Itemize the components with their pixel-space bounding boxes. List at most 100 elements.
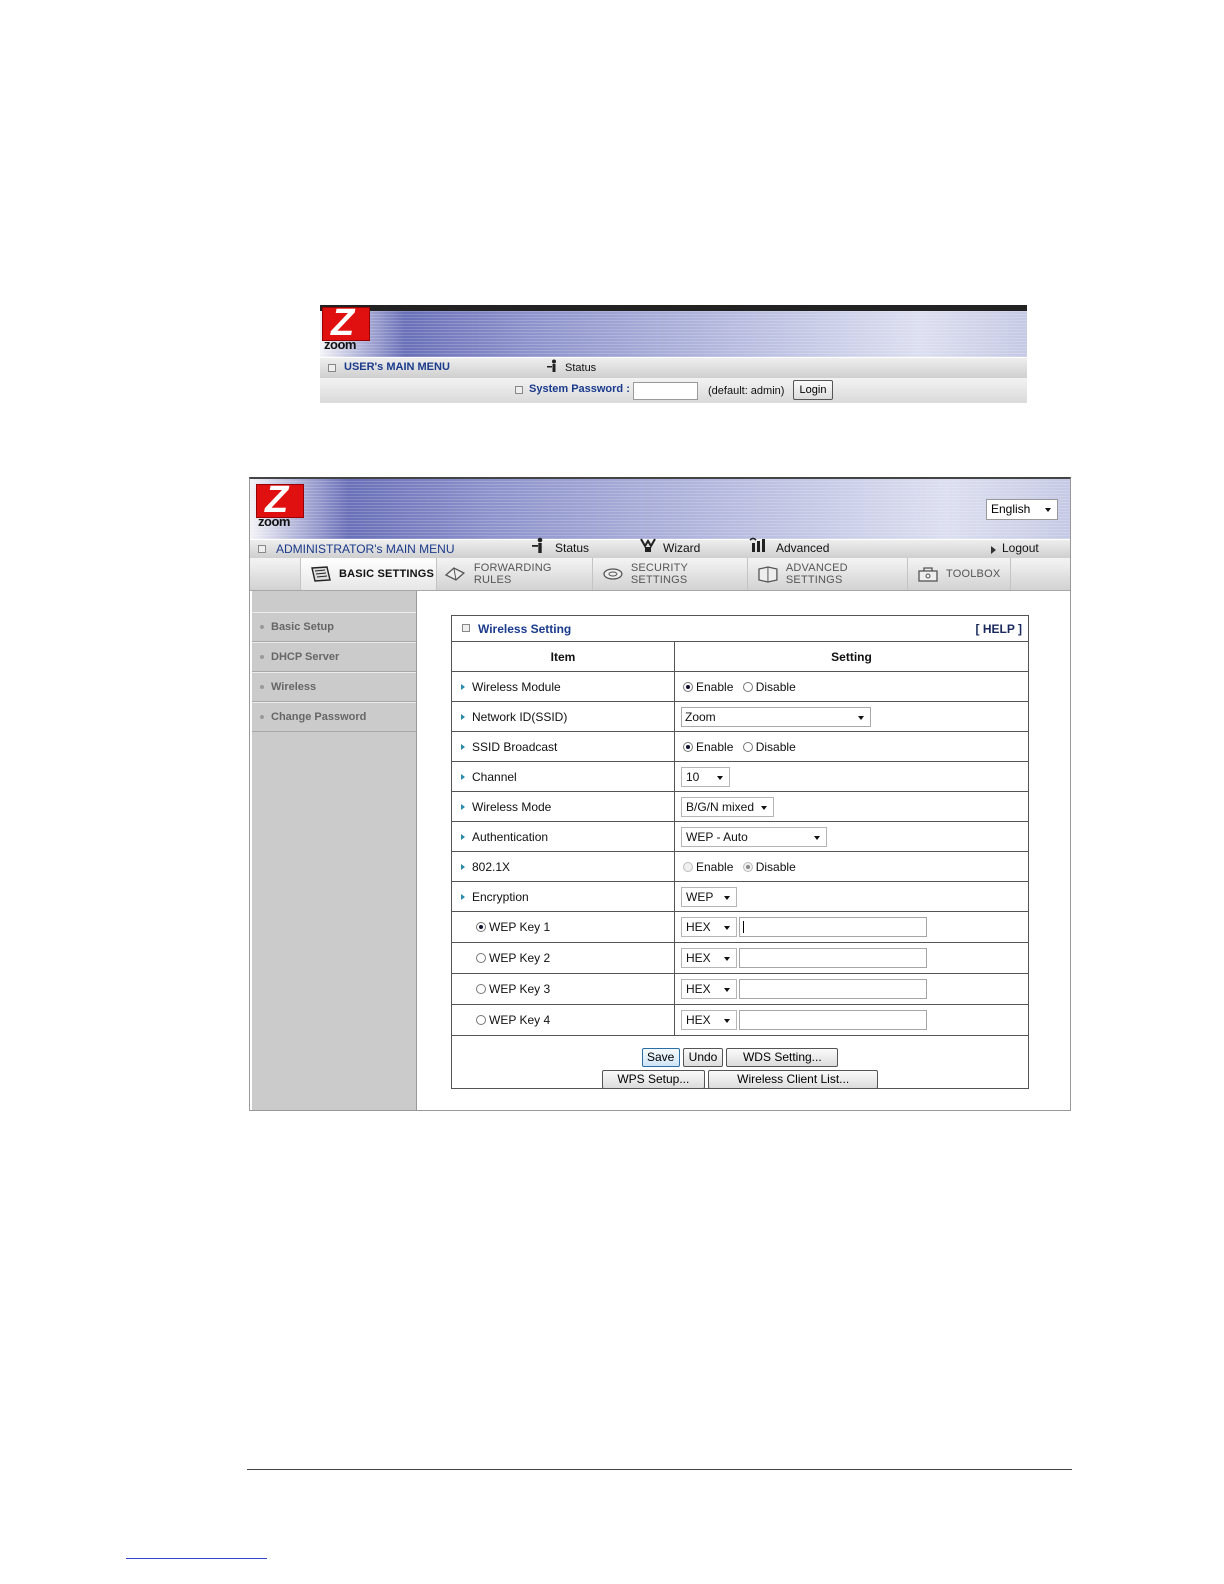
default-password-hint: (default: admin) xyxy=(708,385,785,397)
user-login-screenshot: Z zoom USER's MAIN MENU Status System Pa… xyxy=(320,305,1027,403)
forwarding-rules-icon xyxy=(444,567,466,581)
tab-basic-settings[interactable]: BASIC SETTINGS xyxy=(300,558,437,590)
ssid-input[interactable]: Zoom xyxy=(681,706,871,727)
wep-key-3-radio[interactable] xyxy=(476,984,486,995)
banner-top-edge xyxy=(320,305,1027,311)
bullet-icon xyxy=(260,655,264,659)
wireless-module-label: Wireless Module xyxy=(472,679,561,694)
wep-key-1-input[interactable] xyxy=(739,917,927,937)
page-footer-rule xyxy=(247,1469,1072,1470)
disable-label: Disable xyxy=(755,679,796,694)
channel-select[interactable]: 10 xyxy=(681,766,730,787)
table-row: Authentication WEP - Auto xyxy=(452,821,1028,852)
panel-title: Wireless Setting xyxy=(478,621,572,636)
wps-setup-button[interactable]: WPS Setup... xyxy=(601,1069,705,1089)
tab-forwarding-rules[interactable]: FORWARDING RULES xyxy=(436,558,593,590)
advanced-settings-icon xyxy=(758,566,778,583)
header-banner xyxy=(320,305,1027,357)
wep-key-4-format-select[interactable]: HEX xyxy=(681,1010,737,1030)
user-main-menu-title: USER's MAIN MENU xyxy=(344,361,450,373)
wireless-setting-panel: Wireless Setting [ HELP ] Item Setting W… xyxy=(451,615,1029,1089)
wep-key-2-input[interactable] xyxy=(739,948,927,968)
wep-key-2-label: WEP Key 2 xyxy=(489,951,551,966)
row-arrow-icon xyxy=(461,774,465,781)
ssid-value: Zoom xyxy=(685,709,716,724)
help-link[interactable]: [ HELP ] xyxy=(976,622,1022,636)
wep-key-4-label: WEP Key 4 xyxy=(489,1013,551,1028)
sidebar-item-label: Basic Setup xyxy=(271,621,334,633)
sidebar-item-label: DHCP Server xyxy=(271,651,340,663)
system-password-label: System Password : xyxy=(529,383,630,395)
wireless-module-enable-radio[interactable] xyxy=(683,681,693,692)
password-square-icon xyxy=(515,386,523,394)
wds-setting-button[interactable]: WDS Setting... xyxy=(726,1047,839,1067)
wep-key-2-format-select[interactable]: HEX xyxy=(681,948,737,968)
enable-label: Enable xyxy=(696,679,734,694)
encryption-select[interactable]: WEP xyxy=(681,886,737,907)
language-select[interactable]: English xyxy=(986,499,1058,520)
table-row: Wireless Module Enable Disable xyxy=(452,671,1028,702)
user-menu-bar: USER's MAIN MENU Status xyxy=(320,357,1027,379)
wep-key-4-radio[interactable] xyxy=(476,1015,486,1026)
sidebar-item-change-password[interactable]: Change Password xyxy=(252,702,416,732)
tab-label: ADVANCED SETTINGS xyxy=(785,562,848,586)
advanced-link[interactable]: Advanced xyxy=(776,541,829,555)
row-arrow-icon xyxy=(461,864,465,871)
login-button[interactable]: Login xyxy=(793,380,833,400)
header-banner xyxy=(250,479,1070,539)
toolbox-icon xyxy=(918,567,938,582)
authentication-select[interactable]: WEP - Auto xyxy=(681,826,827,847)
wep-key-2-radio[interactable] xyxy=(476,953,486,964)
tab-security-settings[interactable]: SECURITY SETTINGS xyxy=(593,558,748,590)
disable-label: Disable xyxy=(755,739,796,754)
bullet-icon xyxy=(260,715,264,719)
wep-key-1-radio[interactable] xyxy=(476,922,486,933)
sidebar-item-wireless[interactable]: Wireless xyxy=(252,672,416,702)
sidebar-item-dhcp-server[interactable]: DHCP Server xyxy=(252,642,416,672)
wep-key-3-input[interactable] xyxy=(739,979,927,999)
basic-settings-icon xyxy=(311,566,331,582)
wizard-link[interactable]: Wizard xyxy=(663,541,700,555)
wep-key-1-format-select[interactable]: HEX xyxy=(681,917,737,937)
dot1x-disable-radio[interactable] xyxy=(742,861,753,872)
ssid-broadcast-enable-radio[interactable] xyxy=(683,741,693,752)
sidebar-item-label: Wireless xyxy=(271,681,317,693)
panel-square-icon xyxy=(462,624,470,633)
dot1x-enable-radio[interactable] xyxy=(683,861,693,872)
row-arrow-icon xyxy=(461,744,465,751)
tab-label: FORWARDING RULES xyxy=(473,562,552,586)
status-link[interactable]: Status xyxy=(555,541,589,555)
sidebar-item-basic-setup[interactable]: Basic Setup xyxy=(252,612,416,642)
tab-advanced-settings[interactable]: ADVANCED SETTINGS xyxy=(748,558,908,590)
row-arrow-icon xyxy=(461,894,465,901)
column-header-item: Item xyxy=(452,642,675,672)
table-row: WEP Key 2 HEX xyxy=(452,942,1028,974)
status-link[interactable]: Status xyxy=(565,362,596,374)
table-row: WEP Key 3 HEX xyxy=(452,973,1028,1005)
admin-menu-bar: ADMINISTRATOR's MAIN MENU Status Wizard … xyxy=(250,537,1070,559)
bullet-icon xyxy=(260,625,264,629)
row-arrow-icon xyxy=(461,834,465,841)
table-row: Channel 10 xyxy=(452,761,1028,792)
table-row: Encryption WEP xyxy=(452,881,1028,912)
admin-main-menu-title: ADMINISTRATOR's MAIN MENU xyxy=(276,542,455,556)
tab-toolbox[interactable]: TOOLBOX xyxy=(908,558,1011,590)
wireless-mode-select[interactable]: B/G/N mixed xyxy=(681,796,774,817)
table-header-row: Item Setting xyxy=(452,642,1028,672)
logout-link[interactable]: Logout xyxy=(1002,541,1039,555)
wep-key-3-label: WEP Key 3 xyxy=(489,982,551,997)
wireless-client-list-button[interactable]: Wireless Client List... xyxy=(708,1069,879,1089)
ssid-broadcast-disable-radio[interactable] xyxy=(742,741,753,752)
system-password-input[interactable] xyxy=(633,382,698,400)
authentication-label: Authentication xyxy=(472,829,549,844)
admin-wireless-screenshot: Z zoom English ADMINISTRATOR's MAIN MENU… xyxy=(249,477,1071,1111)
wireless-mode-label: Wireless Mode xyxy=(472,799,552,814)
wep-key-3-format-select[interactable]: HEX xyxy=(681,979,737,999)
undo-button[interactable]: Undo xyxy=(683,1047,723,1067)
wizard-icon xyxy=(639,537,657,559)
table-row: Network ID(SSID) Zoom xyxy=(452,701,1028,732)
wireless-module-disable-radio[interactable] xyxy=(742,681,753,692)
wep-key-4-input[interactable] xyxy=(739,1010,927,1030)
table-row: Wireless Mode B/G/N mixed xyxy=(452,791,1028,822)
save-button[interactable]: Save xyxy=(641,1047,680,1067)
